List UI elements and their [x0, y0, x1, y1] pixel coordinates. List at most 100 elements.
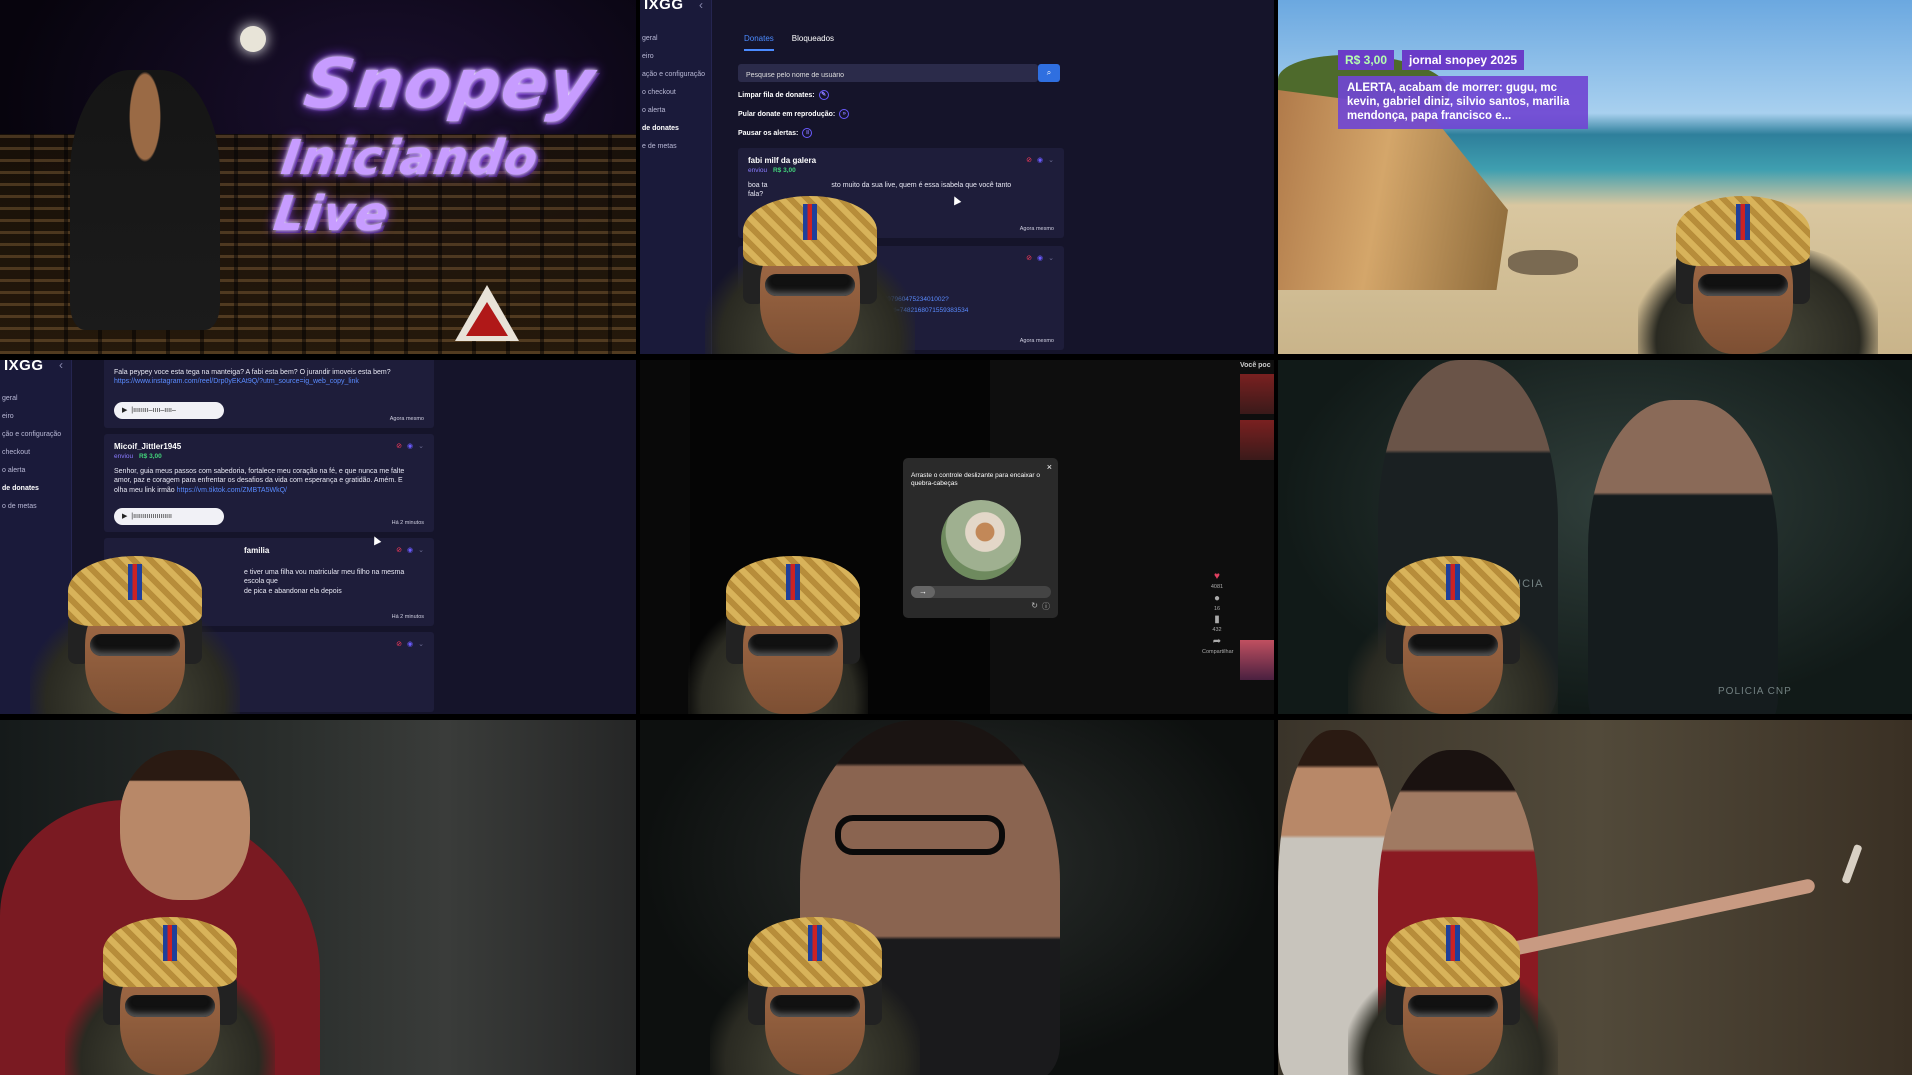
- warning-sign-inner: [466, 302, 508, 336]
- donate-actions: ⊘ ◉ ⌄: [1026, 156, 1054, 164]
- sidebar-item-donates[interactable]: de donates: [0, 480, 71, 498]
- tab-donates[interactable]: Donates: [744, 34, 774, 51]
- sunglasses: [1408, 995, 1498, 1017]
- audio-player[interactable]: ▶ |ıııııııııııııııııııı: [114, 508, 224, 525]
- sidebar-item-alerta[interactable]: o alerta: [640, 102, 711, 120]
- streamer-webcam: [678, 534, 878, 714]
- audio-player[interactable]: ▶ |ıııııııı–ıııı–ıııı–: [114, 402, 224, 419]
- sidebar-item-metas[interactable]: o de metas: [0, 498, 71, 516]
- sunglasses: [125, 995, 215, 1017]
- eye-icon[interactable]: ◉: [407, 640, 413, 648]
- related-thumb[interactable]: [1240, 374, 1274, 414]
- sidebar-item-donates[interactable]: de donates: [640, 120, 711, 138]
- police-scene-tile: POLICIA POLICIA CNP: [1278, 360, 1912, 714]
- eye-icon[interactable]: ◉: [407, 546, 413, 554]
- captcha-slider-handle[interactable]: →: [911, 586, 935, 598]
- action-rail: ♥ 4081 ● 16 ▮ 432 ➦ Compartilhar: [1202, 570, 1234, 657]
- search-button[interactable]: ⌕: [1038, 64, 1060, 82]
- pause-icon[interactable]: ॥: [802, 128, 813, 138]
- eye-icon[interactable]: ◉: [407, 442, 413, 450]
- skip-icon[interactable]: »: [839, 109, 850, 119]
- close-icon[interactable]: ×: [1047, 462, 1052, 472]
- cap-stripe: [786, 564, 800, 600]
- donor-name: Micoif_Jittler1945: [114, 442, 182, 451]
- donation-panel-tile: IXGG ‹ geral eiro ação e configuração o …: [640, 0, 1274, 354]
- share-label: Compartilhar: [1202, 649, 1234, 656]
- tab-bloqueados[interactable]: Bloqueados: [792, 34, 834, 51]
- driftwood: [1508, 250, 1578, 275]
- more-icon[interactable]: ⌄: [1048, 254, 1054, 262]
- comment-count: 16: [1213, 605, 1221, 612]
- more-icon[interactable]: ⌄: [418, 546, 424, 554]
- hoodie-scene-tile: [0, 720, 636, 1075]
- collapse-icon[interactable]: ‹: [699, 0, 703, 12]
- sent-label: enviou: [114, 453, 134, 460]
- streamer-webcam: [1338, 895, 1568, 1075]
- pause-alerts-control: Pausar os alertas: ॥: [738, 128, 813, 138]
- sidebar-item-financeiro[interactable]: eiro: [0, 408, 71, 426]
- cap-stripe: [1446, 925, 1460, 961]
- eye-icon[interactable]: ◉: [1037, 254, 1043, 262]
- pointing-scene-tile: [1278, 720, 1912, 1075]
- collapse-icon[interactable]: ‹: [59, 360, 63, 372]
- search-box: [738, 64, 1038, 85]
- comment-icon[interactable]: ●: [1202, 592, 1232, 606]
- block-icon[interactable]: ⊘: [1026, 254, 1032, 262]
- donate-message: Fala peypey voce esta tega na manteiga? …: [114, 368, 414, 387]
- donate-message-part2: de pica e abandonar ela depois: [244, 587, 342, 595]
- alert-amount: R$ 3,00: [1345, 53, 1388, 67]
- donate-message-text: Fala peypey voce esta tega na manteiga? …: [114, 369, 391, 376]
- donate-time: Agora mesmo: [1019, 338, 1054, 344]
- sunglasses: [765, 274, 855, 296]
- police-label: POLICIA CNP: [1718, 686, 1792, 697]
- block-icon[interactable]: ⊘: [1026, 156, 1032, 164]
- donate-time: Há 2 minutos: [391, 520, 424, 526]
- related-thumb[interactable]: [1240, 420, 1274, 460]
- sidebar-item-alerta[interactable]: o alerta: [0, 462, 71, 480]
- bookmark-icon[interactable]: ▮: [1202, 613, 1232, 627]
- block-icon[interactable]: ⊘: [396, 442, 402, 450]
- sidebar-item-config[interactable]: ação e configuração: [640, 66, 711, 84]
- officer-right: [1588, 400, 1778, 714]
- cap-stripe: [808, 925, 822, 961]
- sidebar-item-geral[interactable]: geral: [640, 30, 711, 48]
- more-icon[interactable]: ⌄: [418, 442, 424, 450]
- streamer-webcam: [55, 895, 285, 1075]
- donate-link[interactable]: https://www.instagram.com/reel/Drp0yEKAt…: [114, 378, 359, 385]
- share-icon[interactable]: ➦: [1202, 635, 1232, 649]
- bookmark-count: 432: [1212, 627, 1222, 634]
- moon: [240, 26, 266, 52]
- captcha-instructions: Arraste o controle deslizante para encai…: [911, 472, 1040, 488]
- sidebar-item-geral[interactable]: geral: [0, 390, 71, 408]
- alert-amount-badge: R$ 3,00: [1338, 50, 1395, 70]
- sidebar-item-financeiro[interactable]: eiro: [640, 48, 711, 66]
- more-icon[interactable]: ⌄: [1048, 156, 1054, 164]
- donate-message: Senhor, guia meus passos com sabedoria, …: [114, 467, 414, 495]
- sidebar-item-checkout[interactable]: checkout: [0, 444, 71, 462]
- intro-subtitle: Iniciando Live: [270, 130, 543, 242]
- clear-queue-icon[interactable]: ✎: [818, 90, 829, 100]
- sidebar-item-checkout[interactable]: o checkout: [640, 84, 711, 102]
- captcha-puzzle-image: [941, 500, 1021, 580]
- clear-queue-label: Limpar fila de donates:: [738, 91, 815, 99]
- more-icon[interactable]: ⌄: [418, 640, 424, 648]
- donate-amount: R$ 3,00: [138, 453, 162, 460]
- refresh-icon[interactable]: ↻: [1031, 601, 1038, 612]
- search-input[interactable]: [738, 66, 1038, 85]
- sidebar-item-metas[interactable]: e de metas: [640, 138, 711, 156]
- info-icon[interactable]: ⓘ: [1042, 601, 1050, 612]
- donate-link[interactable]: https://vm.tiktok.com/ZMBTA5WkQ/: [177, 487, 287, 494]
- heart-icon[interactable]: ♥: [1202, 570, 1232, 584]
- sidebar-item-config[interactable]: ção e configuração: [0, 426, 71, 444]
- streamer-webcam: [1628, 174, 1888, 354]
- related-thumb[interactable]: [1240, 640, 1274, 680]
- block-icon[interactable]: ⊘: [396, 546, 402, 554]
- donate-meta: enviou R$ 3,00: [114, 453, 162, 460]
- app-logo: IXGG: [644, 0, 684, 13]
- eye-icon[interactable]: ◉: [1037, 156, 1043, 164]
- alert-message: ALERTA, acabam de morrer: gugu, mc kevin…: [1338, 76, 1588, 130]
- donation-panel-tile-2: IXGG ‹ geral eiro ção e configuração che…: [0, 360, 636, 714]
- block-icon[interactable]: ⊘: [396, 640, 402, 648]
- captcha-modal: × Arraste o controle deslizante para enc…: [903, 458, 1058, 618]
- donate-time: Agora mesmo: [1019, 226, 1054, 232]
